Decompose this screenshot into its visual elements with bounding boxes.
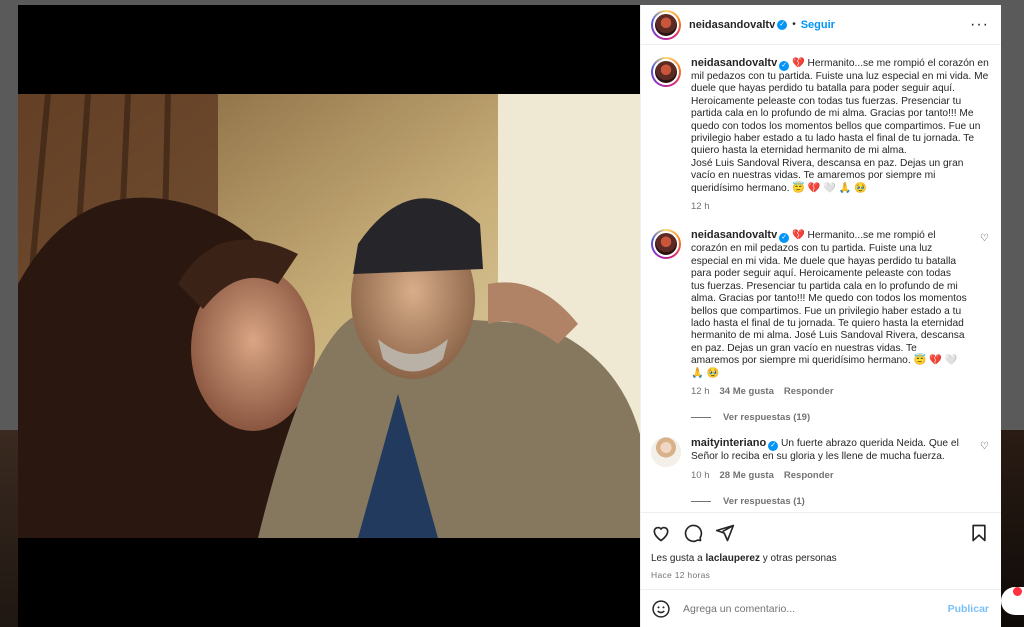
comment-time: 12 h — [691, 385, 710, 397]
heart-icon[interactable]: ♡ — [977, 441, 989, 482]
comment-meta: 10 h 28 Me gusta Responder — [691, 470, 967, 482]
comment-item: maityinteriano ✓ Un fuerte abrazo querida… — [651, 437, 989, 482]
notification-badge — [1013, 587, 1022, 596]
post-media[interactable] — [18, 5, 640, 627]
separator-dot: • — [792, 19, 796, 30]
view-replies[interactable]: Ver respuestas (1) — [691, 496, 989, 507]
photo-illustration — [18, 94, 640, 538]
likes-prefix: Les gusta a — [651, 553, 706, 564]
comment-input[interactable]: Agrega un comentario... — [683, 603, 936, 615]
notification-button[interactable] — [1001, 587, 1024, 615]
likes-suffix[interactable]: y otras personas — [760, 553, 837, 564]
verified-icon: ✓ — [768, 441, 779, 452]
comment-time: 10 h — [691, 469, 710, 481]
comment-username[interactable]: neidasandovaltv — [691, 229, 777, 241]
view-replies[interactable]: Ver respuestas (19) — [691, 412, 989, 423]
comments-list[interactable]: neidasandovaltv ✓ 💔 Hermanito...se me rom… — [641, 45, 1001, 512]
reply-button[interactable]: Responder — [784, 386, 834, 398]
comment-text: 💔 Hermanito...se me rompió el corazón en… — [691, 230, 970, 379]
avatar[interactable] — [651, 9, 681, 40]
replies-line — [691, 501, 711, 503]
caption: neidasandovaltv ✓ 💔 Hermanito...se me rom… — [651, 57, 989, 213]
reply-button[interactable]: Responder — [784, 470, 834, 482]
bookmark-icon[interactable] — [969, 523, 989, 543]
replies-line — [691, 417, 711, 419]
background-left — [0, 430, 18, 627]
comment-likes[interactable]: 28 Me gusta — [720, 470, 774, 482]
comment-likes[interactable]: 34 Me gusta — [720, 386, 774, 398]
likes-summary: Les gusta a laclauperez y otras personas — [651, 553, 989, 564]
likes-user[interactable]: laclauperez — [705, 553, 759, 564]
comment-icon[interactable] — [683, 523, 703, 543]
share-icon[interactable] — [715, 523, 735, 543]
emoji-icon[interactable] — [651, 599, 671, 619]
avatar[interactable] — [651, 437, 681, 468]
post-photo — [18, 94, 640, 538]
comment-text: 💔 Hermanito...se me rompió el corazón en… — [691, 58, 989, 194]
comment-meta: 12 h — [691, 201, 989, 213]
post-header: neidasandovaltv ✓ • Seguir ··· — [641, 5, 1001, 45]
comment-time: 12 h — [691, 201, 710, 213]
follow-button[interactable]: Seguir — [801, 19, 835, 31]
post-modal: neidasandovaltv ✓ • Seguir ··· neidasand… — [18, 5, 1001, 627]
view-replies-label[interactable]: Ver respuestas (1) — [723, 496, 805, 507]
comment-item: neidasandovaltv ✓ 💔 Hermanito...se me rom… — [651, 229, 989, 398]
comment-username[interactable]: maityinteriano — [691, 437, 766, 449]
comment-meta: 12 h 34 Me gusta Responder — [691, 386, 967, 398]
avatar[interactable] — [651, 57, 681, 87]
more-icon[interactable]: ··· — [970, 16, 989, 34]
view-replies-label[interactable]: Ver respuestas (19) — [723, 412, 810, 423]
action-icons — [651, 521, 989, 545]
heart-icon[interactable]: ♡ — [977, 233, 989, 398]
add-comment-bar: Agrega un comentario... Publicar — [641, 589, 1001, 627]
verified-icon: ✓ — [779, 233, 790, 244]
verified-icon: ✓ — [779, 61, 790, 71]
post-panel: neidasandovaltv ✓ • Seguir ··· neidasand… — [640, 5, 1001, 627]
post-username[interactable]: neidasandovaltv — [689, 19, 775, 31]
avatar[interactable] — [651, 229, 681, 260]
comment-username[interactable]: neidasandovaltv — [691, 57, 777, 69]
verified-icon: ✓ — [777, 19, 788, 30]
publish-button[interactable]: Publicar — [948, 603, 989, 615]
post-time: Hace 12 horas — [651, 570, 711, 580]
post-actions: Les gusta a laclauperez y otras personas… — [641, 512, 1001, 589]
heart-icon[interactable] — [651, 523, 671, 543]
